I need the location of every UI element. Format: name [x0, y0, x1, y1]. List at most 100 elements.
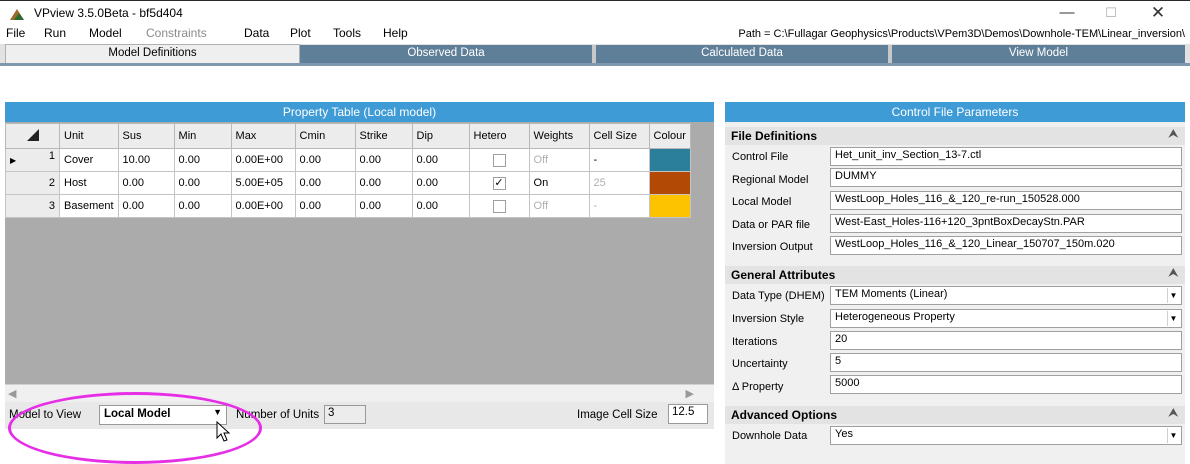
regional-model-field[interactable]: DUMMY	[830, 168, 1182, 187]
menu-file[interactable]: File	[6, 26, 25, 40]
table-row[interactable]: 3 Basement 0.00 0.00 0.00E+00 0.00 0.00 …	[5, 194, 691, 218]
data-par-file-field[interactable]: West-East_Holes-116+120_3pntBoxDecayStn.…	[830, 214, 1182, 233]
local-model-field[interactable]: WestLoop_Holes_116_&_120_re-run_150528.0…	[830, 191, 1182, 210]
scroll-left-icon[interactable]: ◀	[8, 387, 16, 400]
col-header-hetero[interactable]: Hetero	[468, 123, 530, 149]
cell-cell-size[interactable]: 25	[588, 171, 650, 195]
cell-max[interactable]: 0.00E+00	[230, 148, 296, 172]
col-header-weights[interactable]: Weights	[528, 123, 590, 149]
downhole-data-select[interactable]: Yes ▼	[830, 426, 1182, 445]
cell-cell-size[interactable]: -	[588, 194, 650, 218]
menu-tools[interactable]: Tools	[333, 26, 361, 40]
cell-unit[interactable]: Basement	[59, 194, 119, 218]
cell-strike[interactable]: 0.00	[354, 171, 413, 195]
col-header-sus[interactable]: Sus	[117, 123, 175, 149]
menu-plot[interactable]: Plot	[290, 26, 311, 40]
cell-min[interactable]: 0.00	[173, 148, 232, 172]
tab-view-model[interactable]: View Model	[892, 45, 1185, 64]
iterations-field[interactable]: 20	[830, 331, 1182, 350]
cell-dip[interactable]: 0.00	[411, 148, 470, 172]
close-button[interactable]: ✕	[1138, 3, 1178, 23]
cell-min[interactable]: 0.00	[173, 171, 232, 195]
tab-bar: Model Definitions Observed Data Calculat…	[0, 44, 1190, 65]
cell-dip[interactable]: 0.00	[411, 171, 470, 195]
menu-data[interactable]: Data	[244, 26, 269, 40]
cell-min[interactable]: 0.00	[173, 194, 232, 218]
chevron-down-icon[interactable]: ▼	[1167, 428, 1179, 443]
col-header-cmin[interactable]: Cmin	[294, 123, 356, 149]
row-header[interactable]: 3	[5, 194, 60, 218]
col-header-dip[interactable]: Dip	[411, 123, 470, 149]
uncertainty-field[interactable]: 5	[830, 353, 1182, 372]
table-row[interactable]: 2 Host 0.00 0.00 5.00E+05 0.00 0.00 0.00…	[5, 171, 691, 195]
section-file-definitions[interactable]: File Definitions ⮝	[725, 127, 1185, 145]
hetero-checkbox[interactable]	[492, 199, 506, 213]
chevron-down-icon[interactable]: ▼	[1167, 311, 1179, 326]
row-header[interactable]: 2	[5, 171, 60, 195]
section-advanced-options[interactable]: Advanced Options ⮝	[725, 406, 1185, 424]
col-header-strike[interactable]: Strike	[354, 123, 413, 149]
cell-hetero[interactable]	[468, 194, 530, 218]
row-number: 2	[48, 177, 55, 189]
col-header-unit[interactable]: Unit	[59, 123, 119, 149]
cell-max[interactable]: 0.00E+00	[230, 194, 296, 218]
cell-colour[interactable]	[648, 194, 691, 218]
menu-help[interactable]: Help	[383, 26, 408, 40]
cell-weights[interactable]: Off	[528, 194, 590, 218]
menu-constraints[interactable]: Constraints	[146, 26, 207, 40]
inversion-style-select[interactable]: Heterogeneous Property ▼	[830, 309, 1182, 328]
scroll-right-icon[interactable]: ▶	[686, 387, 694, 400]
cell-colour[interactable]	[648, 171, 691, 195]
cell-max[interactable]: 5.00E+05	[230, 171, 296, 195]
field-label: Iterations	[732, 336, 778, 348]
cell-sus[interactable]: 0.00	[117, 194, 175, 218]
row-header[interactable]: ▶ 1	[5, 148, 60, 172]
cell-sus[interactable]: 10.00	[117, 148, 175, 172]
cell-weights[interactable]: Off	[528, 148, 590, 172]
cell-cell-size[interactable]: -	[588, 148, 650, 172]
chevron-down-icon[interactable]: ▼	[1167, 288, 1179, 303]
minimize-button[interactable]: —	[1047, 3, 1087, 23]
table-corner-icon[interactable]	[5, 123, 60, 149]
collapse-up-icon[interactable]: ⮝	[1169, 267, 1178, 280]
cell-hetero[interactable]: ✓	[468, 171, 530, 195]
cell-sus[interactable]: 0.00	[117, 171, 175, 195]
col-header-colour[interactable]: Colour	[648, 123, 691, 149]
control-file-field[interactable]: Het_unit_inv_Section_13-7.ctl	[830, 147, 1182, 166]
cell-unit[interactable]: Host	[59, 171, 119, 195]
cell-colour[interactable]	[648, 148, 691, 172]
tab-calculated-data[interactable]: Calculated Data	[596, 45, 892, 64]
data-type-select[interactable]: TEM Moments (Linear) ▼	[830, 286, 1182, 305]
collapse-up-icon[interactable]: ⮝	[1169, 407, 1178, 420]
cell-cmin[interactable]: 0.00	[294, 148, 356, 172]
number-of-units-field[interactable]: 3	[324, 405, 366, 424]
maximize-button[interactable]: ☐	[1091, 3, 1131, 23]
section-title: File Definitions	[731, 129, 818, 143]
cell-cmin[interactable]: 0.00	[294, 171, 356, 195]
col-header-max[interactable]: Max	[230, 123, 296, 149]
cell-hetero[interactable]	[468, 148, 530, 172]
hetero-checkbox[interactable]: ✓	[492, 176, 506, 190]
tab-model-definitions[interactable]: Model Definitions	[5, 44, 300, 65]
cell-weights[interactable]: On	[528, 171, 590, 195]
col-header-cell-size[interactable]: Cell Size	[588, 123, 650, 149]
delta-property-field[interactable]: 5000	[830, 375, 1182, 394]
section-title: General Attributes	[731, 268, 836, 282]
field-label: Inversion Style	[732, 313, 805, 325]
cell-strike[interactable]: 0.00	[354, 194, 413, 218]
hetero-checkbox[interactable]	[492, 153, 506, 167]
cell-unit[interactable]: Cover	[59, 148, 119, 172]
tab-observed-data[interactable]: Observed Data	[300, 45, 596, 64]
tab-underline	[0, 63, 1190, 66]
cell-strike[interactable]: 0.00	[354, 148, 413, 172]
menu-run[interactable]: Run	[44, 26, 66, 40]
section-general-attributes[interactable]: General Attributes ⮝	[725, 266, 1185, 284]
collapse-up-icon[interactable]: ⮝	[1169, 128, 1178, 141]
menu-model[interactable]: Model	[89, 26, 122, 40]
cell-cmin[interactable]: 0.00	[294, 194, 356, 218]
inversion-output-field[interactable]: WestLoop_Holes_116_&_120_Linear_150707_1…	[830, 236, 1182, 255]
image-cell-size-field[interactable]: 12.5	[668, 404, 708, 424]
col-header-min[interactable]: Min	[173, 123, 232, 149]
cell-dip[interactable]: 0.00	[411, 194, 470, 218]
table-row[interactable]: ▶ 1 Cover 10.00 0.00 0.00E+00 0.00 0.00 …	[5, 148, 691, 172]
